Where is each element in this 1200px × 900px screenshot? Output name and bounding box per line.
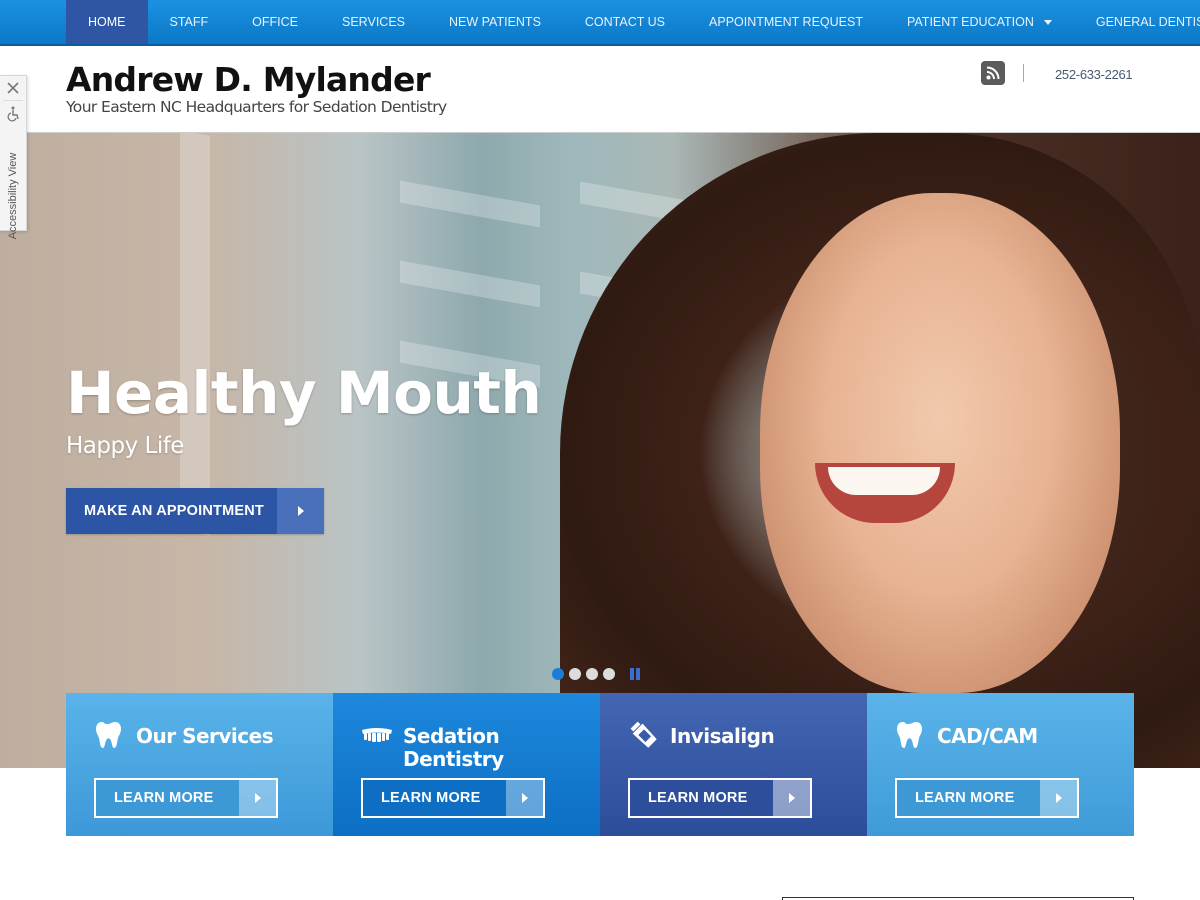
learn-more-button[interactable]: LEARN MORE	[94, 778, 278, 818]
slide-dot-3[interactable]	[586, 668, 598, 680]
slide-dot-2[interactable]	[569, 668, 581, 680]
make-appointment-button[interactable]: MAKE AN APPOINTMENT	[66, 488, 324, 534]
feature-cards: Our Services LEARN MORE Sedation Dentist…	[66, 693, 1134, 836]
nav-item-home[interactable]: HOME	[66, 0, 148, 44]
arrow-right-icon	[239, 780, 276, 816]
hero-slider: Healthy Mouth Happy Life MAKE AN APPOINT…	[0, 132, 1200, 768]
background-blind	[180, 133, 210, 536]
nav-label: NEW PATIENTS	[449, 15, 541, 29]
nav-item-patient-education[interactable]: PATIENT EDUCATION	[885, 0, 1074, 44]
nav-item-contact-us[interactable]: CONTACT US	[563, 0, 687, 44]
nav-item-staff[interactable]: STAFF	[148, 0, 231, 44]
card-title: Our Services	[136, 724, 274, 748]
nav-label: HOME	[88, 15, 126, 29]
arrow-right-icon	[506, 780, 543, 816]
learn-more-label: LEARN MORE	[630, 780, 773, 816]
learn-more-button[interactable]: LEARN MORE	[628, 778, 812, 818]
arrow-right-icon	[773, 780, 810, 816]
cta-label: MAKE AN APPOINTMENT	[66, 488, 277, 534]
slide-dot-1[interactable]	[552, 668, 564, 680]
site-tagline: Your Eastern NC Headquarters for Sedatio…	[66, 98, 447, 116]
slider-controls	[552, 668, 640, 680]
slide-dot-4[interactable]	[603, 668, 615, 680]
nav-label: CONTACT US	[584, 15, 666, 29]
hero-image-teeth	[828, 467, 940, 495]
main-nav: HOME STAFF OFFICE SERVICES NEW PATIENTS …	[0, 0, 1200, 46]
learn-more-label: LEARN MORE	[897, 780, 1040, 816]
card-title: Invisalign	[670, 724, 775, 748]
close-icon[interactable]	[6, 81, 20, 95]
nav-label: GENERAL DENTIST | NEW BERN	[1095, 15, 1200, 29]
hero-image-face	[760, 193, 1120, 693]
wheelchair-icon	[7, 106, 19, 122]
hero-heading: Healthy Mouth	[66, 359, 542, 427]
card-title: Sedation Dentistry	[403, 724, 504, 771]
card-title: CAD/CAM	[937, 724, 1038, 748]
header-divider	[1023, 64, 1024, 82]
nav-label: SERVICES	[342, 15, 405, 29]
caret-down-icon	[1043, 19, 1052, 25]
nav-label: STAFF	[169, 15, 209, 29]
rss-button[interactable]	[981, 61, 1005, 85]
divider	[3, 100, 23, 101]
tooth-icon	[96, 722, 121, 748]
learn-more-label: LEARN MORE	[363, 780, 506, 816]
phone-link[interactable]: 252-633-2261	[1055, 67, 1133, 82]
learn-more-label: LEARN MORE	[96, 780, 239, 816]
tooth-icon	[897, 722, 922, 748]
background-blind	[400, 260, 540, 308]
card-sedation-dentistry: Sedation Dentistry LEARN MORE	[333, 693, 600, 836]
nav-item-appointment-request[interactable]: APPOINTMENT REQUEST	[687, 0, 885, 44]
accessibility-tab: Accessibility View	[0, 75, 27, 239]
hero-subheading: Happy Life	[66, 433, 184, 459]
site-title[interactable]: Andrew D. Mylander	[66, 60, 431, 99]
pause-icon[interactable]	[630, 668, 640, 680]
rss-icon	[986, 66, 1000, 80]
toothpaste-icon	[630, 721, 657, 748]
site-header: Andrew D. Mylander Your Eastern NC Headq…	[0, 46, 1200, 132]
nav-item-new-patients[interactable]: NEW PATIENTS	[427, 0, 563, 44]
arrow-right-icon	[277, 488, 324, 534]
card-our-services: Our Services LEARN MORE	[66, 693, 333, 836]
accessibility-view-toggle[interactable]: Accessibility View	[7, 153, 19, 240]
learn-more-button[interactable]: LEARN MORE	[361, 778, 545, 818]
nav-item-services[interactable]: SERVICES	[320, 0, 427, 44]
learn-more-button[interactable]: LEARN MORE	[895, 778, 1079, 818]
nav-label: OFFICE	[252, 15, 298, 29]
background-blind	[400, 180, 540, 228]
dentures-icon	[362, 728, 392, 742]
card-cad-cam: CAD/CAM LEARN MORE	[867, 693, 1134, 836]
card-invisalign: Invisalign LEARN MORE	[600, 693, 867, 836]
nav-item-general-dentist[interactable]: GENERAL DENTIST | NEW BERN	[1074, 0, 1200, 44]
arrow-right-icon	[1040, 780, 1077, 816]
nav-item-office[interactable]: OFFICE	[230, 0, 320, 44]
nav-label: PATIENT EDUCATION	[906, 15, 1034, 29]
nav-label: APPOINTMENT REQUEST	[709, 15, 863, 29]
